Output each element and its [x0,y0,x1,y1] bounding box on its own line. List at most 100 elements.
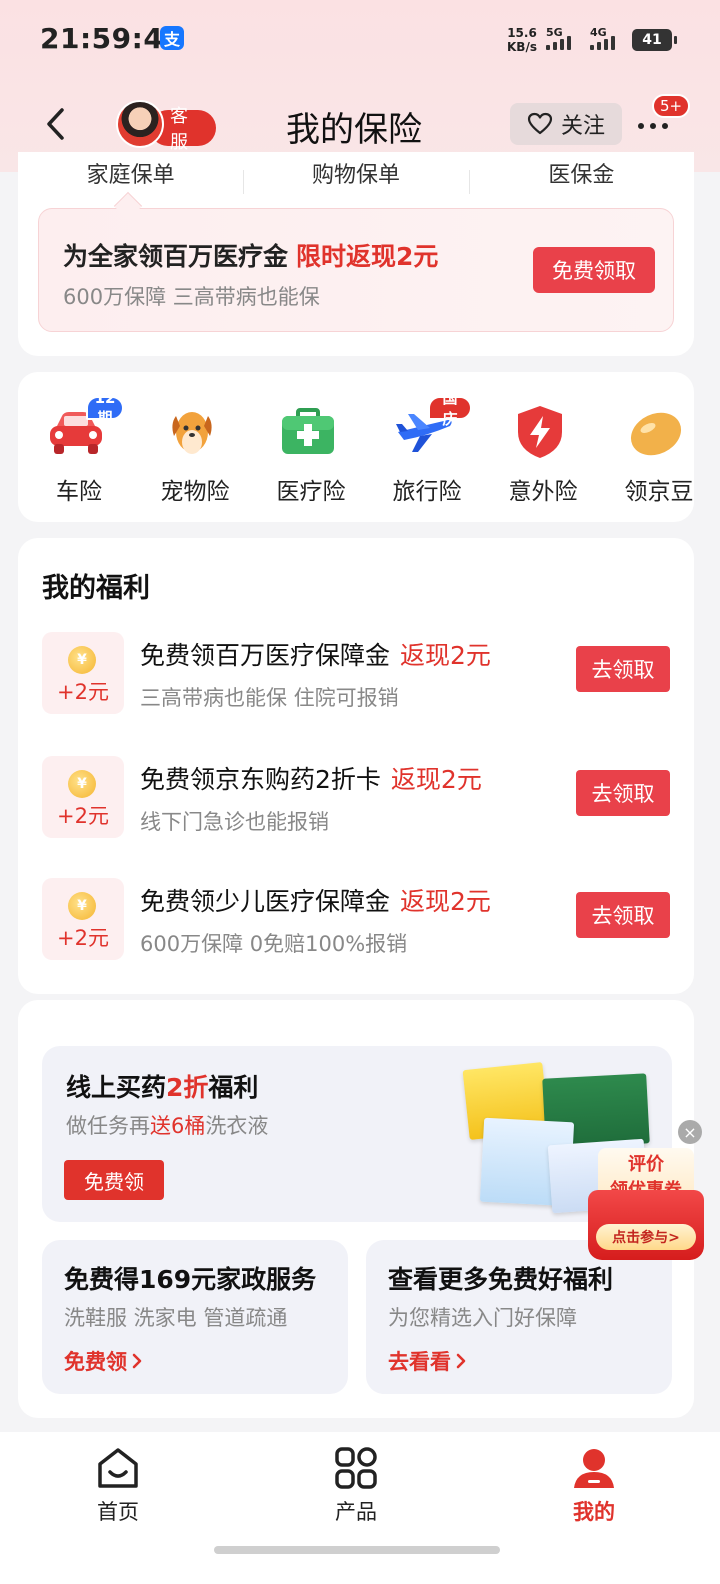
medicine-claim-button[interactable]: 免费领 [64,1160,164,1200]
welfare-item-title-text: 免费领少儿医疗保障金 [140,887,391,916]
tab-products-label: 产品 [335,1500,377,1524]
status-bar: 21:59:40 支 15.6 KB/s 5G 4G 41 [0,0,720,80]
half-card-link-label: 免费领 [64,1350,127,1374]
half-card-link[interactable]: 去看看 [388,1346,467,1376]
customer-service-button[interactable]: 客服 [116,100,216,153]
bottom-tab-bar: 首页 产品 我的 [0,1432,720,1584]
medicine-title-prefix: 线上买药 [66,1073,167,1102]
welfare-item-title: 免费领百万医疗保障金 返现2元 [140,636,491,672]
alipay-icon: 支 [160,26,184,50]
category-label: 意外险 [508,479,578,505]
policy-tabs: 家庭保单 购物保单 医保金 [18,152,694,194]
tab-products[interactable]: 产品 [296,1446,416,1536]
coin-icon: ¥ [68,770,96,798]
welfare-item[interactable]: ¥ +2元 免费领京东购药2折卡 返现2元 线下门急诊也能报销 去领取 [18,756,694,846]
half-card-title: 查看更多免费好福利 [388,1265,614,1294]
chevron-right-icon [132,1353,142,1369]
promo-claim-button[interactable]: 免费领取 [533,247,655,293]
home-indicator [214,1546,500,1554]
category-pet-insurance[interactable]: 宠物险 [140,400,240,510]
shield-bolt-icon [518,406,562,458]
welfare-item-title-text: 免费领京东购药2折卡 [140,765,381,794]
tab-medical-fund[interactable]: 医保金 [468,152,694,194]
customer-service-avatar [116,100,164,148]
heart-icon [527,112,553,135]
housekeeping-card[interactable]: 免费得169元家政服务 洗鞋服 洗家电 管道疏通 免费领 [42,1240,348,1394]
category-label: 宠物险 [160,479,230,505]
welfare-item-highlight: 返现2元 [400,641,491,670]
medicine-banner[interactable]: 线上买药2折福利 做任务再送6桶洗衣液 免费领 [42,1046,672,1222]
welfare-item-subtitle: 600万保障 0免赔100%报销 [140,932,408,956]
medicine-title-highlight: 2折 [166,1073,209,1102]
signal-4g: 4G [590,26,615,50]
promo-subtitle: 600万保障 三高带病也能保 [63,285,320,309]
tab-mine-label: 我的 [573,1500,615,1524]
promo-title-text: 为全家领百万医疗金 [63,242,289,271]
coupon-cta: 点击参与> [596,1224,696,1250]
medicine-title: 线上买药2折福利 [66,1068,258,1104]
welfare-title: 我的福利 [42,573,150,604]
chevron-right-icon [456,1353,466,1369]
welfare-item[interactable]: ¥ +2元 免费领百万医疗保障金 返现2元 三高带病也能保 住院可报销 去领取 [18,632,694,722]
welfare-amount: +2元 [57,804,109,828]
promo-highlight: 限时返现2元 [296,242,439,271]
welfare-item-highlight: 返现2元 [400,887,491,916]
category-label: 旅行险 [392,479,462,505]
category-row: 12期 车险 宠物险 医疗险 国庆 旅行险 意外险 领京豆 [18,372,694,522]
welfare-item-title: 免费领京东购药2折卡 返现2元 [140,760,482,796]
dog-icon [172,412,212,454]
signal-5g: 5G [546,26,571,50]
medical-kit-icon [282,408,334,454]
promo-banner[interactable]: 为全家领百万医疗金 限时返现2元 600万保障 三高带病也能保 免费领取 [38,208,674,332]
medicine-title-suffix: 福利 [208,1073,259,1102]
grid-icon [335,1447,377,1489]
category-card: 12期 车险 宠物险 医疗险 国庆 旅行险 意外险 领京豆 [18,372,694,522]
travel-badge: 国庆 [428,389,472,428]
welfare-amount: +2元 [57,926,109,950]
coupon-line-1: 评价 [628,1154,664,1175]
category-travel-insurance[interactable]: 国庆 旅行险 [372,389,472,510]
welfare-thumb: ¥ +2元 [42,878,124,960]
page-title: 我的保险 [286,110,422,150]
tab-home[interactable]: 首页 [58,1446,178,1536]
follow-button[interactable]: 关注 [510,103,622,145]
category-car-insurance[interactable]: 12期 车险 [24,389,124,510]
battery-icon: 41 [632,29,677,51]
category-accident-insurance[interactable]: 意外险 [488,400,588,510]
coin-icon: ¥ [68,892,96,920]
welfare-thumb: ¥ +2元 [42,632,124,714]
policy-card: 家庭保单 购物保单 医保金 为全家领百万医疗金 限时返现2元 600万保障 三高带… [18,152,694,356]
welfare-item-subtitle: 三高带病也能保 住院可报销 [140,686,399,710]
half-card-title: 免费得169元家政服务 [64,1265,317,1294]
back-button[interactable] [36,100,76,148]
half-card-subtitle: 为您精选入门好保障 [388,1306,577,1330]
welfare-claim-button[interactable]: 去领取 [576,770,670,816]
half-card-link[interactable]: 免费领 [64,1346,143,1376]
welfare-claim-button[interactable]: 去领取 [576,892,670,938]
follow-label: 关注 [560,114,605,139]
medicine-subtitle: 做任务再送6桶洗衣液 [66,1110,268,1140]
category-jd-beans[interactable]: 领京豆 [604,400,704,510]
more-benefits-card[interactable]: 查看更多免费好福利 为您精选入门好保障 去看看 [366,1240,672,1394]
car-badge: 12期 [86,389,124,427]
category-label: 车险 [56,479,102,505]
welfare-claim-button[interactable]: 去领取 [576,646,670,692]
bean-icon [630,412,682,456]
close-icon[interactable]: × [678,1120,702,1144]
network-speed-value: 15.6 [507,26,537,40]
welfare-item-subtitle: 线下门急诊也能报销 [140,810,329,834]
medicine-sub-highlight: 送6桶 [150,1114,206,1138]
welfare-item[interactable]: ¥ +2元 免费领少儿医疗保障金 返现2元 600万保障 0免赔100%报销 去领… [18,878,694,968]
medicine-sub-suffix: 洗衣液 [205,1114,269,1138]
tab-family-policy[interactable]: 家庭保单 [18,152,243,192]
welfare-item-highlight: 返现2元 [390,765,482,794]
promo-title: 为全家领百万医疗金 限时返现2元 [63,237,438,273]
welfare-card: 我的福利 ¥ +2元 免费领百万医疗保障金 返现2元 三高带病也能保 住院可报销 … [18,538,694,994]
tab-mine[interactable]: 我的 [534,1446,654,1536]
tab-shopping-policy[interactable]: 购物保单 [243,152,468,194]
chevron-left-icon [47,108,64,140]
category-medical-insurance[interactable]: 医疗险 [256,400,356,510]
welfare-thumb: ¥ +2元 [42,756,124,838]
welfare-item-title: 免费领少儿医疗保障金 返现2元 [140,882,491,918]
category-label: 领京豆 [624,479,694,505]
